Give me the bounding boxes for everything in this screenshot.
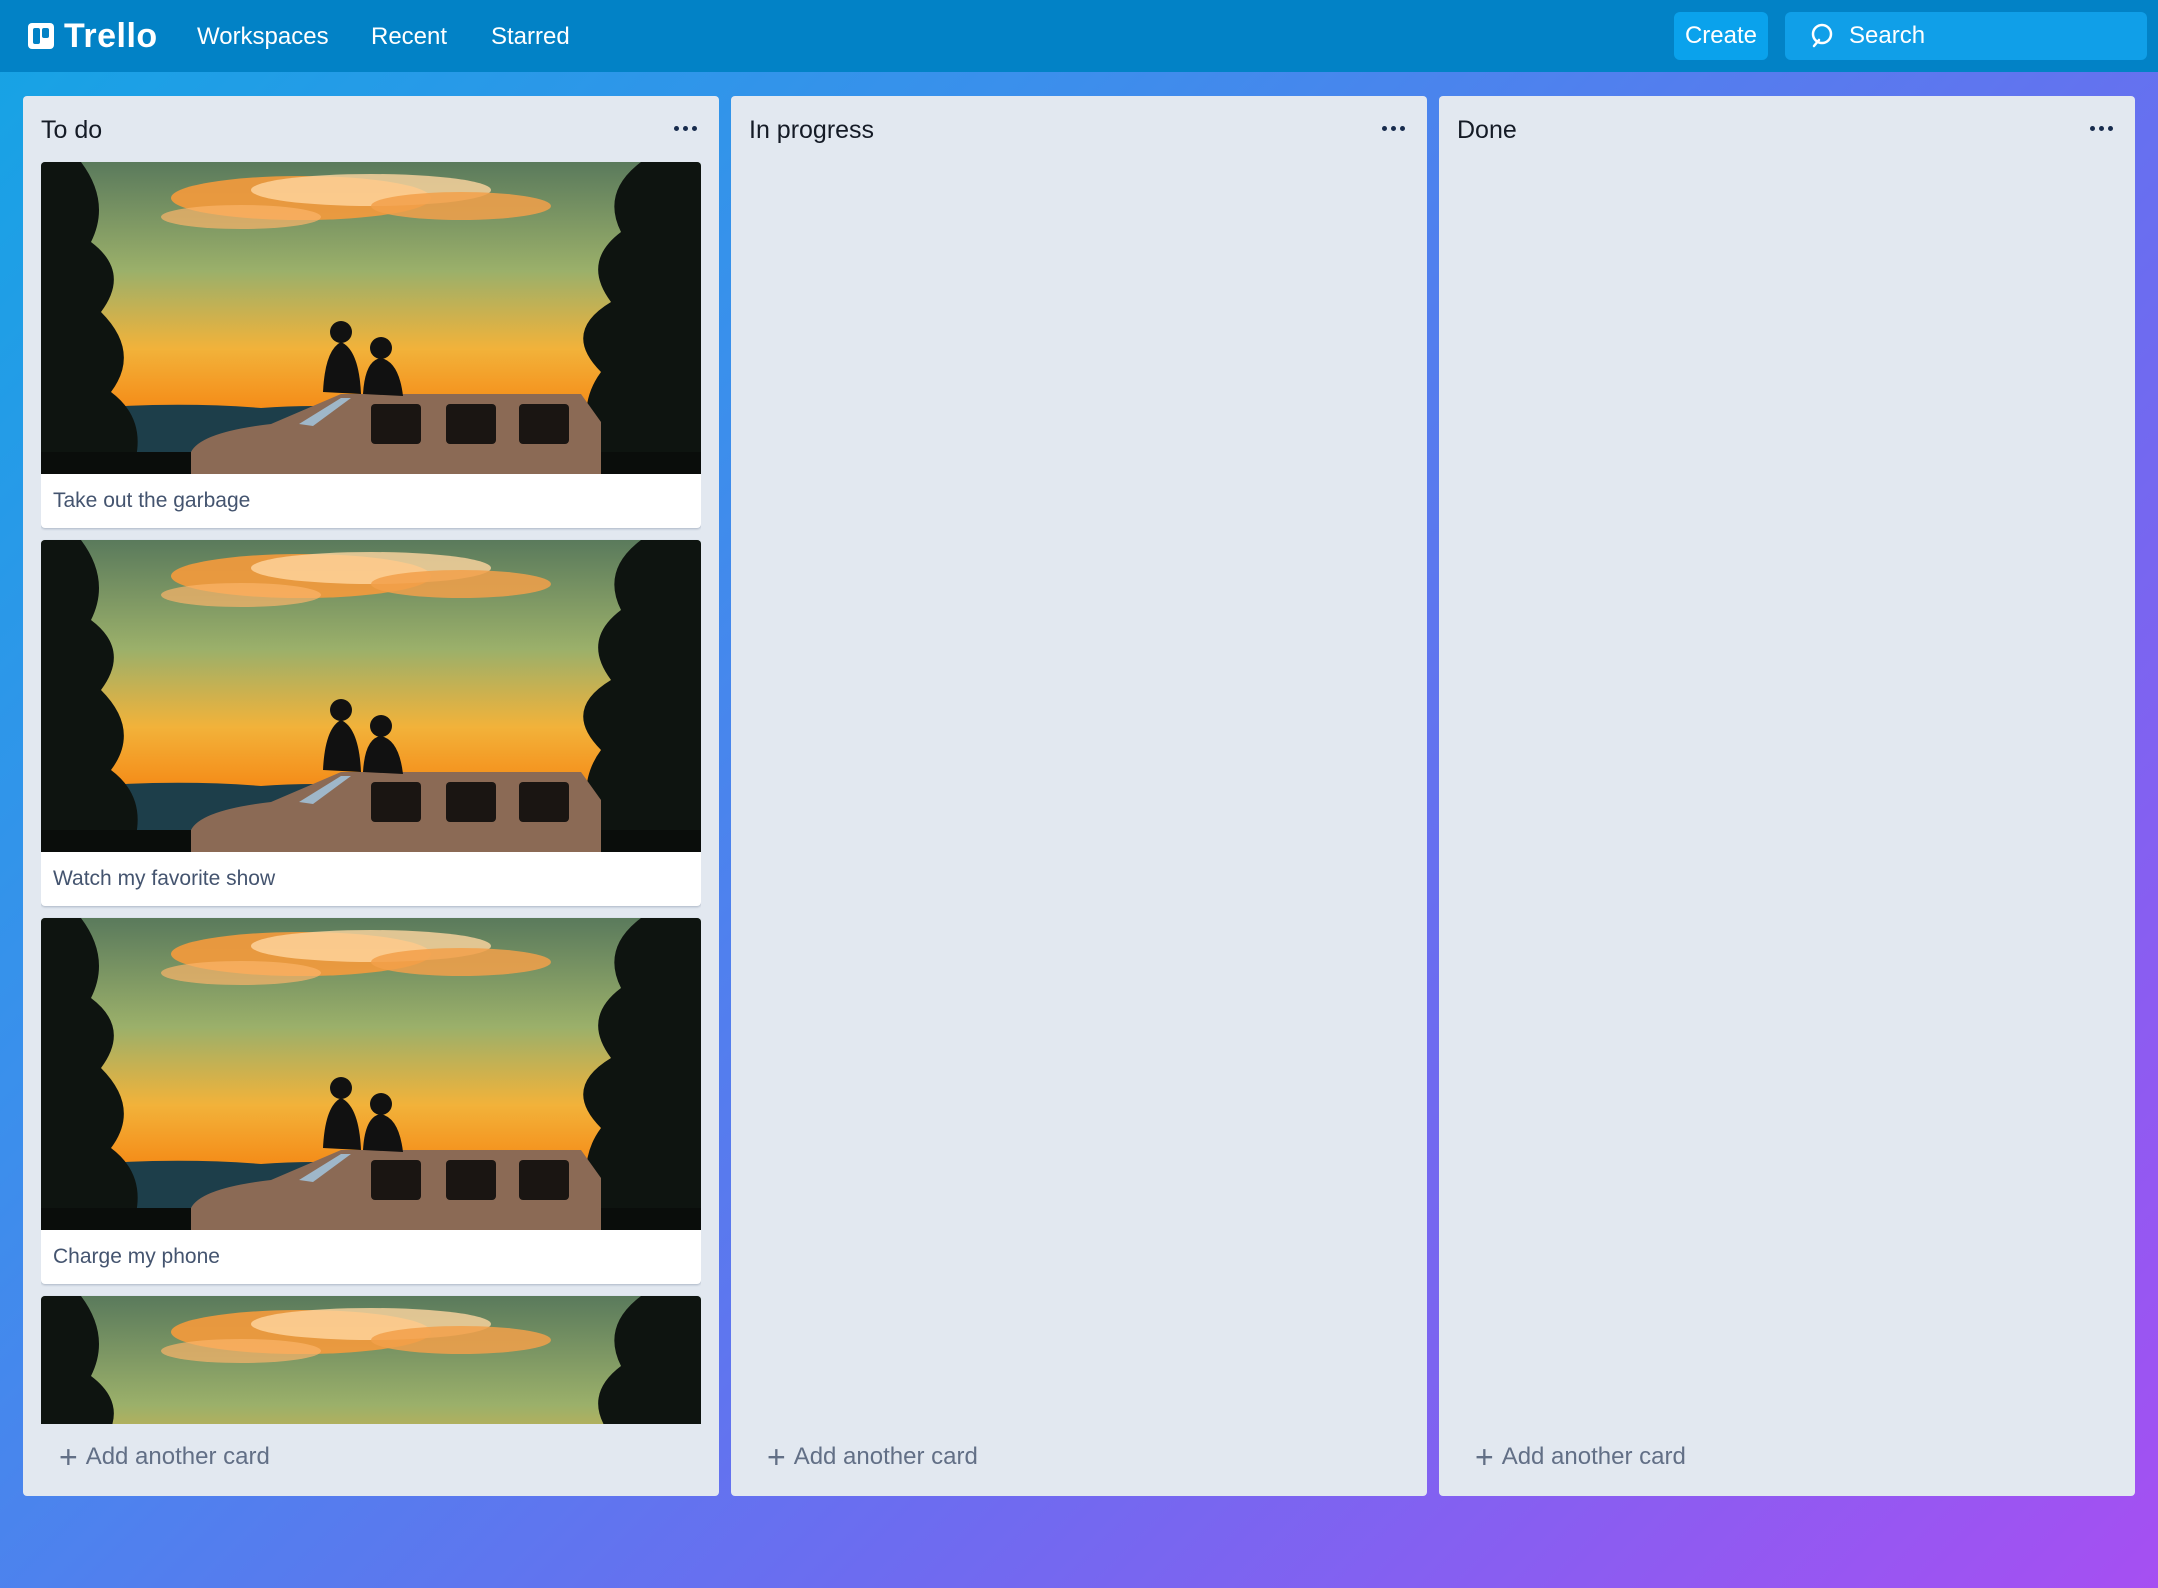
add-card-label: Add another card: [85, 1443, 270, 1470]
search-icon: [1811, 23, 1833, 48]
search-placeholder: Search: [1849, 22, 1926, 49]
search-input[interactable]: Search: [1785, 12, 2147, 60]
card-title: Watch my favorite show: [53, 867, 276, 890]
ellipsis-icon[interactable]: [671, 112, 701, 142]
logo-text: Trello: [64, 17, 158, 55]
card[interactable]: Watch my favorite show: [41, 540, 701, 906]
add-card-button[interactable]: + Add another card: [1475, 1439, 1686, 1475]
card-cover-image: [41, 162, 701, 474]
plus-icon: +: [767, 1439, 786, 1475]
card-cover-image: [41, 918, 701, 1230]
top-bar: Trello Workspaces Recent Starred Create …: [0, 0, 2158, 72]
trello-logo[interactable]: Trello: [28, 18, 158, 54]
card-title: Charge my phone: [53, 1245, 220, 1268]
add-card-button[interactable]: + Add another card: [767, 1439, 978, 1475]
ellipsis-icon[interactable]: [2087, 112, 2117, 142]
trello-logo-icon: [28, 23, 54, 49]
card[interactable]: Charge my phone: [41, 918, 701, 1284]
ellipsis-icon[interactable]: [1379, 112, 1409, 142]
list-to-do: To do Take out the garbage Watch my favo…: [23, 96, 719, 1496]
card[interactable]: Take out the garbage: [41, 162, 701, 528]
card-title: Take out the garbage: [53, 489, 251, 512]
list-title: In progress: [749, 116, 875, 144]
nav-workspaces[interactable]: Workspaces: [197, 22, 329, 52]
card-cover-image: [41, 540, 701, 852]
list-done: Done + Add another card: [1439, 96, 2135, 1496]
card-cover-image: [41, 1296, 701, 1424]
nav-starred[interactable]: Starred: [491, 22, 570, 52]
plus-icon: +: [1475, 1439, 1494, 1475]
add-card-button[interactable]: + Add another card: [59, 1439, 270, 1475]
list-title: Done: [1457, 116, 1517, 144]
nav-recent[interactable]: Recent: [371, 22, 447, 52]
plus-icon: +: [59, 1439, 78, 1475]
card[interactable]: [41, 1296, 701, 1424]
add-card-label: Add another card: [1501, 1443, 1686, 1470]
add-card-label: Add another card: [793, 1443, 978, 1470]
create-button[interactable]: Create: [1674, 12, 1768, 60]
list-title: To do: [41, 116, 103, 144]
card-list: Take out the garbage Watch my favorite s…: [41, 162, 701, 1424]
list-in-progress: In progress + Add another card: [731, 96, 1427, 1496]
